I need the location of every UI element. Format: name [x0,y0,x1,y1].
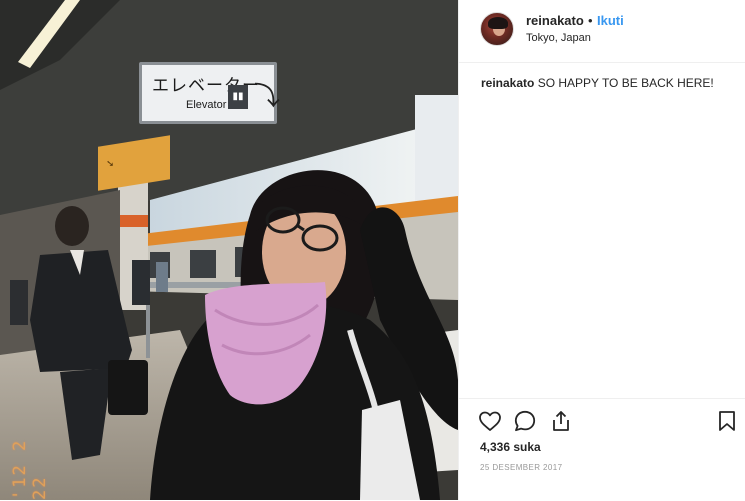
heart-icon[interactable] [478,409,502,433]
caption: reinakato SO HAPPY TO BE BACK HERE! [481,76,714,90]
username-link[interactable]: reinakato [526,13,584,28]
post-photo[interactable]: エレベーター Elevator ▮▮ ⤵ ➘ '12 2 22 [0,0,458,500]
likes-count[interactable]: 4,336 suka [480,440,541,454]
avatar-hair [488,17,508,29]
comment-icon[interactable] [513,409,537,433]
elevator-pictogram-icon: ▮▮ [228,85,248,109]
bookmark-icon[interactable] [715,409,739,433]
caption-text: SO HAPPY TO BE BACK HERE! [534,76,714,90]
share-icon[interactable] [549,409,573,433]
elevator-sign: エレベーター Elevator ▮▮ ⤵ [139,62,281,124]
down-arrow-icon: ⤵ [254,81,281,111]
location-link[interactable]: Tokyo, Japan [526,32,591,44]
post-header: reinakato • Ikuti Tokyo, Japan [459,0,745,63]
right-arrow-icon: ➘ [106,158,115,171]
caption-username-link[interactable]: reinakato [481,76,534,90]
elevator-sign-en: Elevator [186,99,227,111]
post-details-panel: reinakato • Ikuti Tokyo, Japan reinakato… [458,0,745,500]
post-date: 25 DESEMBER 2017 [480,463,563,472]
follow-button[interactable]: Ikuti [597,13,624,28]
date-stamp: '12 2 22 [10,438,50,500]
separator-dot: • [588,13,593,28]
avatar[interactable] [480,12,514,46]
